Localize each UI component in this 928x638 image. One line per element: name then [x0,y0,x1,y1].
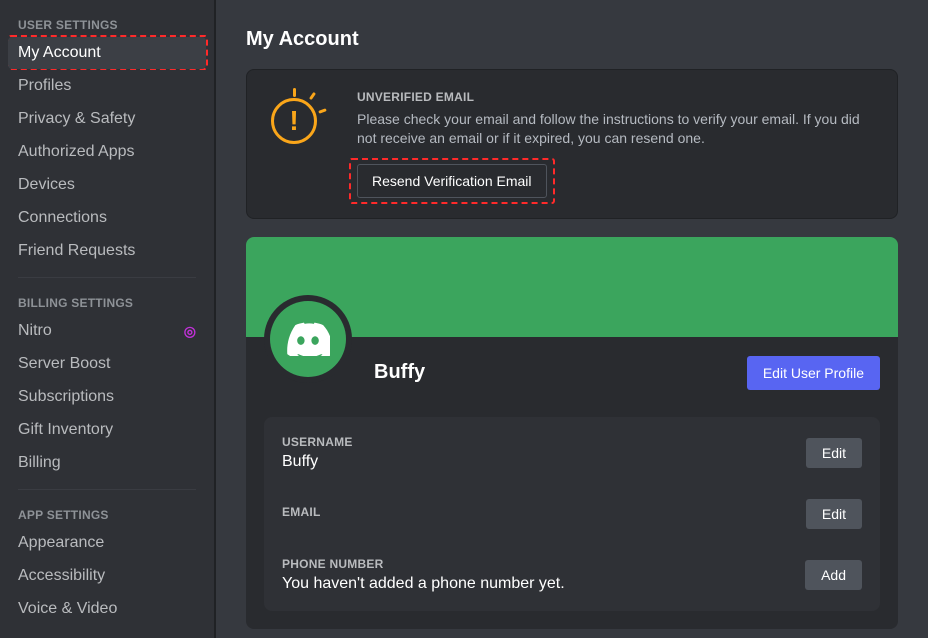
account-fields: Username Buffy Edit Email Edit Phone Num… [264,417,880,611]
edit-user-profile-button[interactable]: Edit User Profile [747,356,880,390]
field-value: Buffy [282,453,353,471]
edit-username-button[interactable]: Edit [806,438,862,468]
field-row-email: Email Edit [282,485,862,543]
sidebar-item-label: Privacy & Safety [18,110,135,128]
sidebar-item-label: Accessibility [18,567,105,585]
display-name: Buffy [374,361,425,384]
sidebar-header-user-settings: User Settings [8,10,206,36]
sidebar-item-label: Connections [18,209,107,227]
avatar[interactable] [264,295,352,383]
unverified-email-body: Please check your email and follow the i… [357,110,875,148]
field-label: Phone Number [282,557,565,571]
sidebar-separator [18,489,196,490]
sidebar-item-label: Appearance [18,534,104,552]
sidebar-item-label: Server Boost [18,355,110,373]
edit-email-button[interactable]: Edit [806,499,862,529]
sidebar-item-billing[interactable]: Billing [8,447,206,479]
unverified-email-header: Unverified Email [357,90,875,104]
sidebar-header-app-settings: App Settings [8,500,206,526]
sidebar-item-label: Voice & Video [18,600,117,618]
sidebar-item-label: Billing [18,454,61,472]
field-row-phone: Phone Number You haven't added a phone n… [282,543,862,607]
profile-header-row: Buffy Edit User Profile [246,337,898,409]
sidebar-item-authorized-apps[interactable]: Authorized Apps [8,136,206,168]
sidebar-header-billing-settings: Billing Settings [8,288,206,314]
sidebar-item-accessibility[interactable]: Accessibility [8,560,206,592]
settings-sidebar: User Settings My Account Profiles Privac… [0,0,216,638]
sidebar-item-label: My Account [18,44,101,62]
sidebar-item-label: Nitro [18,322,52,340]
sidebar-item-label: Gift Inventory [18,421,113,439]
sidebar-item-nitro[interactable]: Nitro ◎ [8,315,206,347]
resend-verification-button[interactable]: Resend Verification Email [357,164,547,198]
sidebar-item-my-account[interactable]: My Account [8,37,206,69]
sidebar-item-appearance[interactable]: Appearance [8,527,206,559]
page-title: My Account [246,28,898,51]
account-card: Buffy Edit User Profile Username Buffy E… [246,237,898,629]
field-value: You haven't added a phone number yet. [282,575,565,593]
sidebar-item-voice-video[interactable]: Voice & Video [8,593,206,625]
field-label: Username [282,435,353,449]
sidebar-item-subscriptions[interactable]: Subscriptions [8,381,206,413]
main-content: My Account ! Unverified Email Please che… [216,0,928,638]
sidebar-item-server-boost[interactable]: Server Boost [8,348,206,380]
field-label: Email [282,505,321,519]
sidebar-item-label: Authorized Apps [18,143,135,161]
field-row-username: Username Buffy Edit [282,421,862,485]
sidebar-item-label: Profiles [18,77,71,95]
nitro-badge-icon: ◎ [184,323,196,340]
sidebar-item-label: Friend Requests [18,242,135,260]
sidebar-item-devices[interactable]: Devices [8,169,206,201]
sidebar-item-label: Devices [18,176,75,194]
sidebar-item-friend-requests[interactable]: Friend Requests [8,235,206,267]
warning-icon: ! [269,90,329,150]
sidebar-item-privacy-safety[interactable]: Privacy & Safety [8,103,206,135]
sidebar-item-profiles[interactable]: Profiles [8,70,206,102]
sidebar-separator [18,277,196,278]
unverified-email-card: ! Unverified Email Please check your ema… [246,69,898,219]
sidebar-item-connections[interactable]: Connections [8,202,206,234]
discord-logo-icon [270,301,346,377]
sidebar-item-gift-inventory[interactable]: Gift Inventory [8,414,206,446]
sidebar-item-label: Subscriptions [18,388,114,406]
add-phone-button[interactable]: Add [805,560,862,590]
